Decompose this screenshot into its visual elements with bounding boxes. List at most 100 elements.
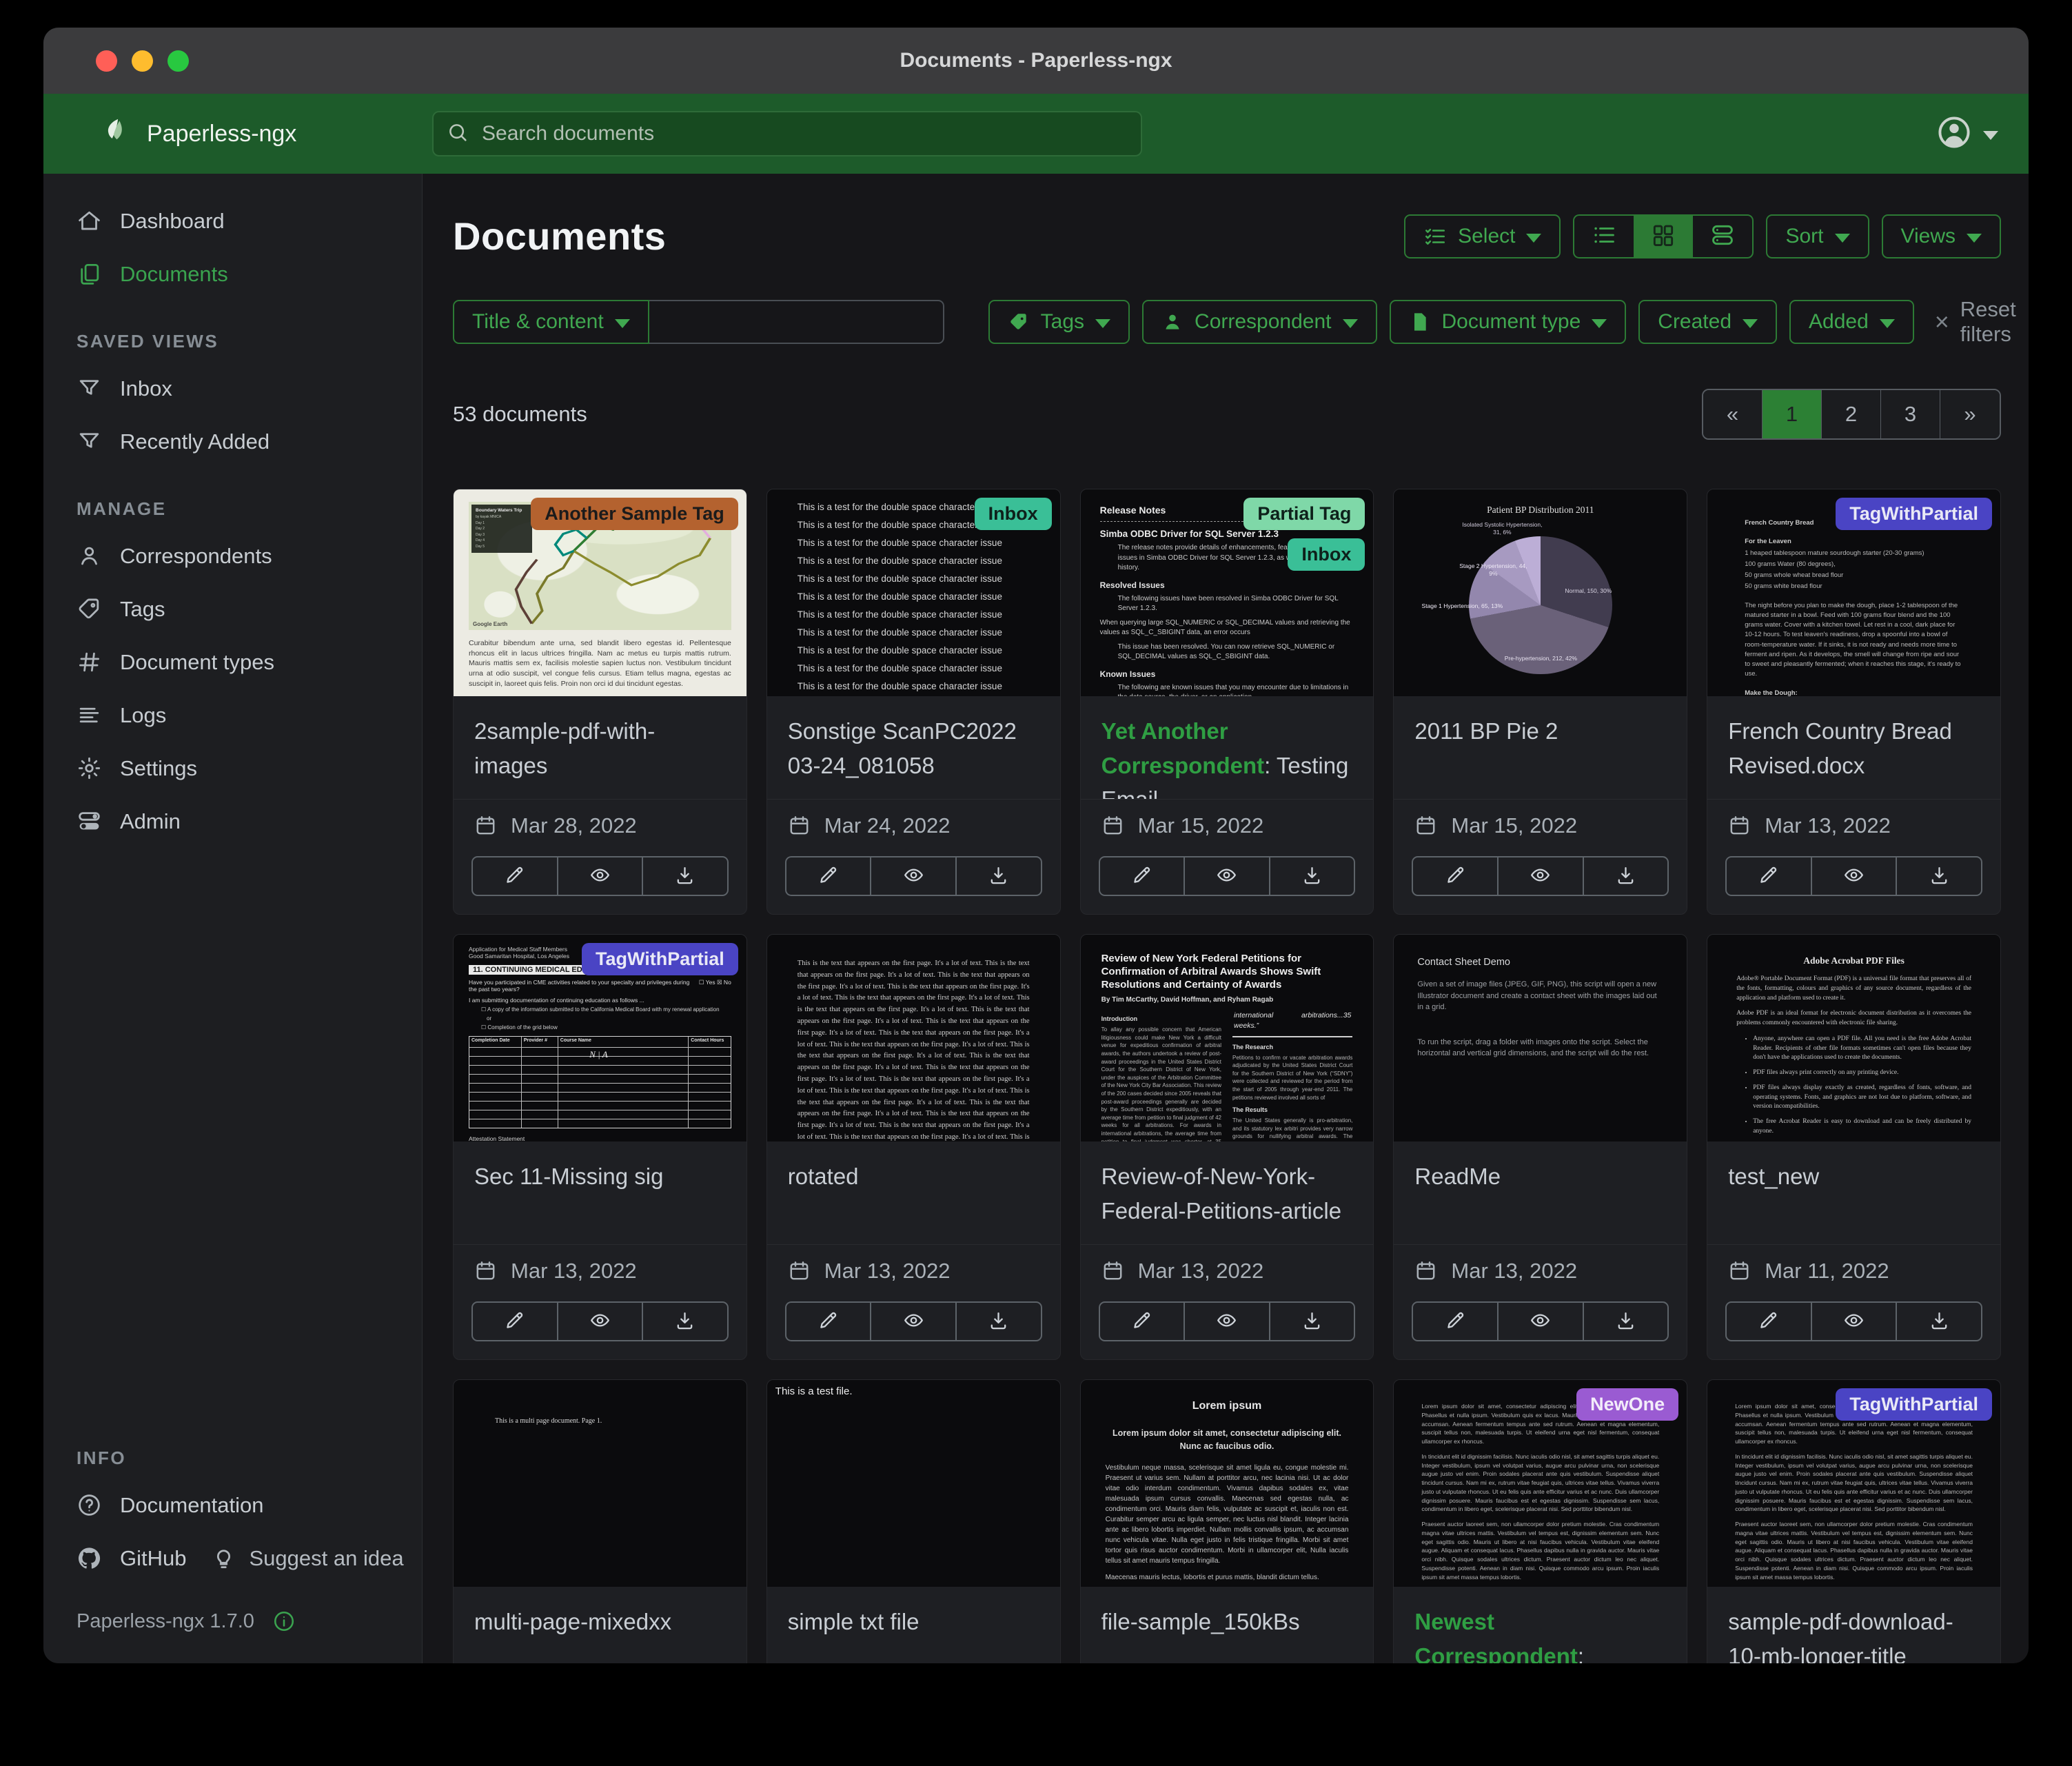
edit-document-button[interactable] bbox=[1413, 857, 1499, 895]
download-document-button[interactable] bbox=[643, 857, 727, 895]
view-document-button[interactable] bbox=[1499, 1303, 1584, 1340]
sidebar-item-inbox[interactable]: Inbox bbox=[43, 362, 422, 415]
document-correspondent-link[interactable]: Newest Correspondent bbox=[1414, 1609, 1578, 1663]
grid-view-button[interactable] bbox=[1634, 216, 1693, 257]
download-document-button[interactable] bbox=[1584, 857, 1668, 895]
sort-dropdown-button[interactable]: Sort bbox=[1766, 214, 1869, 258]
sidebar-item-documentation[interactable]: Documentation bbox=[43, 1479, 422, 1532]
sidebar-item-dashboard[interactable]: Dashboard bbox=[43, 194, 422, 247]
view-document-button[interactable] bbox=[871, 1303, 957, 1340]
close-window-button[interactable] bbox=[96, 50, 117, 72]
document-title[interactable]: simple txt file bbox=[788, 1609, 920, 1634]
filter-document-type-button[interactable]: Document type bbox=[1390, 300, 1627, 344]
reset-filters-button[interactable]: × Reset filters bbox=[1935, 297, 2016, 347]
document-thumbnail[interactable]: Lorem ipsum dolor sit amet, consectetur … bbox=[1394, 1380, 1687, 1587]
tag-chip[interactable]: Another Sample Tag bbox=[531, 498, 738, 530]
edit-document-button[interactable] bbox=[786, 1303, 872, 1340]
sidebar-item-github[interactable]: GitHub bbox=[43, 1532, 193, 1585]
document-title[interactable]: file-sample_150kBs bbox=[1101, 1609, 1300, 1634]
view-document-button[interactable] bbox=[558, 857, 644, 895]
document-title[interactable]: multi-page-mixedxx bbox=[474, 1609, 671, 1634]
pagination-page-1[interactable]: 1 bbox=[1763, 390, 1822, 438]
tag-chip[interactable]: NewOne bbox=[1576, 1388, 1678, 1421]
zoom-window-button[interactable] bbox=[167, 50, 189, 72]
pagination-prev[interactable]: « bbox=[1703, 390, 1763, 438]
document-title[interactable]: Review-of-New-York-Federal-Petitions-art… bbox=[1101, 1164, 1341, 1224]
download-document-button[interactable] bbox=[957, 1303, 1041, 1340]
document-title[interactable]: Sec 11-Missing sig bbox=[474, 1164, 664, 1189]
sidebar-item-logs[interactable]: Logs bbox=[43, 689, 422, 742]
views-dropdown-button[interactable]: Views bbox=[1882, 214, 2001, 258]
sidebar-item-document-types[interactable]: Document types bbox=[43, 636, 422, 689]
document-thumbnail[interactable]: Application for Medical Staff MembersGoo… bbox=[454, 935, 746, 1141]
sidebar-item-tags[interactable]: Tags bbox=[43, 582, 422, 636]
document-thumbnail[interactable]: French Country BreadFor the Leaven1 heap… bbox=[1707, 489, 2000, 696]
edit-document-button[interactable] bbox=[1100, 857, 1186, 895]
tag-chip[interactable]: TagWithPartial bbox=[1836, 498, 1992, 530]
document-title[interactable]: test_new bbox=[1728, 1164, 1819, 1189]
edit-document-button[interactable] bbox=[473, 1303, 558, 1340]
download-document-button[interactable] bbox=[1584, 1303, 1668, 1340]
document-correspondent-link[interactable]: Yet Another Correspondent bbox=[1101, 718, 1265, 778]
pagination-page-3[interactable]: 3 bbox=[1881, 390, 1940, 438]
document-thumbnail[interactable]: Adobe Acrobat PDF FilesAdobe® Portable D… bbox=[1707, 935, 2000, 1141]
sidebar-item-settings[interactable]: Settings bbox=[43, 742, 422, 795]
edit-document-button[interactable] bbox=[1413, 1303, 1499, 1340]
document-thumbnail[interactable]: Lorem ipsumLorem ipsum dolor sit amet, c… bbox=[1081, 1380, 1374, 1587]
document-thumbnail[interactable]: Review of New York Federal Petitions for… bbox=[1081, 935, 1374, 1141]
sidebar-item-recently-added[interactable]: Recently Added bbox=[43, 415, 422, 468]
view-document-button[interactable] bbox=[1812, 857, 1898, 895]
document-thumbnail[interactable]: Release NotesSimba ODBC Driver for SQL S… bbox=[1081, 489, 1374, 696]
filter-field-dropdown[interactable]: Title & content bbox=[453, 300, 649, 344]
document-title[interactable]: 2011 BP Pie 2 bbox=[1414, 718, 1558, 744]
document-thumbnail[interactable]: This is a test file. bbox=[767, 1380, 1060, 1587]
document-thumbnail[interactable]: This is a test for the double space char… bbox=[767, 489, 1060, 696]
view-document-button[interactable] bbox=[558, 1303, 644, 1340]
document-thumbnail[interactable]: Lorem ipsum dolor sit amet, consectetur … bbox=[1707, 1380, 2000, 1587]
download-document-button[interactable] bbox=[1270, 857, 1354, 895]
edit-document-button[interactable] bbox=[473, 857, 558, 895]
sidebar-item-correspondents[interactable]: Correspondents bbox=[43, 529, 422, 582]
search-input[interactable] bbox=[480, 121, 1128, 146]
download-document-button[interactable] bbox=[1897, 1303, 1981, 1340]
document-thumbnail[interactable]: Patient BP Distribution 2011Isolated Sys… bbox=[1394, 489, 1687, 696]
document-title[interactable]: Sonstige ScanPC2022 03-24_081058 bbox=[788, 718, 1017, 778]
view-document-button[interactable] bbox=[871, 857, 957, 895]
info-icon[interactable] bbox=[272, 1610, 296, 1633]
pagination-page-2[interactable]: 2 bbox=[1822, 390, 1881, 438]
tag-chip[interactable]: Inbox bbox=[1288, 538, 1365, 571]
edit-document-button[interactable] bbox=[786, 857, 872, 895]
download-document-button[interactable] bbox=[643, 1303, 727, 1340]
minimize-window-button[interactable] bbox=[132, 50, 153, 72]
detail-view-button[interactable] bbox=[1693, 216, 1752, 257]
edit-document-button[interactable] bbox=[1727, 1303, 1812, 1340]
app-logo[interactable]: Paperless-ngx bbox=[101, 115, 296, 153]
pagination-next[interactable]: » bbox=[1940, 390, 2000, 438]
list-view-button[interactable] bbox=[1574, 216, 1634, 257]
download-document-button[interactable] bbox=[1270, 1303, 1354, 1340]
sidebar-item-suggest-idea[interactable]: Suggest an idea bbox=[193, 1532, 410, 1585]
filter-added-button[interactable]: Added bbox=[1789, 300, 1914, 344]
sidebar-item-documents[interactable]: Documents bbox=[43, 247, 422, 301]
filter-tags-button[interactable]: Tags bbox=[988, 300, 1130, 344]
document-thumbnail[interactable]: This is the text that appears on the fir… bbox=[767, 935, 1060, 1141]
download-document-button[interactable] bbox=[957, 857, 1041, 895]
view-document-button[interactable] bbox=[1812, 1303, 1898, 1340]
document-thumbnail[interactable]: Boundary Waters Tripby kayak MN/CADay 1D… bbox=[454, 489, 746, 696]
filter-text-input[interactable] bbox=[649, 300, 944, 344]
tag-chip[interactable]: Inbox bbox=[975, 498, 1052, 530]
tag-chip[interactable]: Partial Tag bbox=[1243, 498, 1365, 530]
user-menu[interactable] bbox=[1936, 114, 1998, 154]
document-title[interactable]: French Country Bread Revised.docx bbox=[1728, 718, 1952, 778]
select-dropdown-button[interactable]: Select bbox=[1404, 214, 1561, 258]
document-title[interactable]: 2sample-pdf-with-images bbox=[474, 718, 655, 778]
view-document-button[interactable] bbox=[1499, 857, 1584, 895]
edit-document-button[interactable] bbox=[1100, 1303, 1186, 1340]
document-title[interactable]: sample-pdf-download-10-mb-longer-title bbox=[1728, 1609, 1953, 1663]
download-document-button[interactable] bbox=[1897, 857, 1981, 895]
document-title[interactable]: rotated bbox=[788, 1164, 859, 1189]
view-document-button[interactable] bbox=[1185, 857, 1270, 895]
document-thumbnail[interactable]: This is a multi page document. Page 1. bbox=[454, 1380, 746, 1587]
tag-chip[interactable]: TagWithPartial bbox=[582, 943, 738, 975]
view-document-button[interactable] bbox=[1185, 1303, 1270, 1340]
